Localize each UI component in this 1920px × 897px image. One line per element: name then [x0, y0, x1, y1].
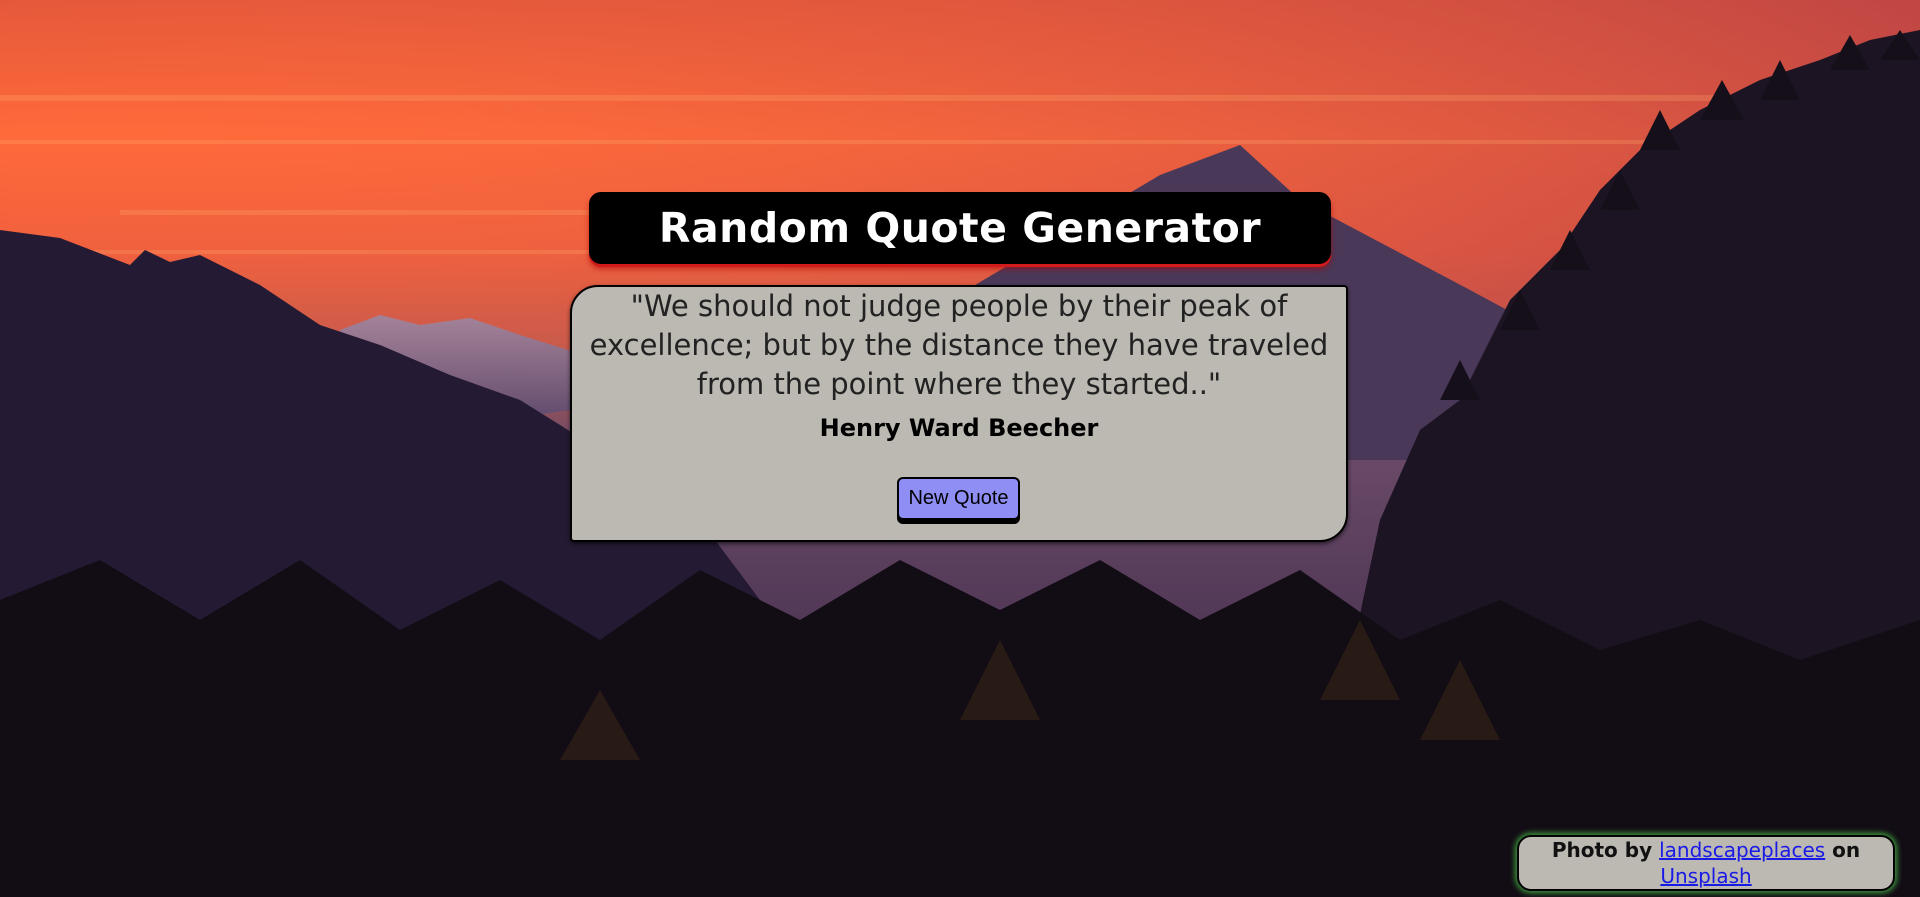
photo-credit: Photo by landscapeplaces on Unsplash	[1517, 835, 1895, 891]
quote-text: "We should not judge people by their pea…	[589, 289, 1329, 401]
credit-prefix: Photo by	[1551, 838, 1653, 862]
credit-middle: on	[1832, 838, 1861, 862]
unsplash-link[interactable]: Unsplash	[1660, 864, 1751, 888]
quote-card: "We should not judge people by their pea…	[570, 285, 1348, 542]
new-quote-button[interactable]: New Quote	[897, 477, 1020, 520]
quote-author: Henry Ward Beecher	[819, 414, 1099, 442]
photographer-link[interactable]: landscapeplaces	[1659, 838, 1825, 862]
app-header: Random Quote Generator	[589, 192, 1331, 264]
app-title: Random Quote Generator	[658, 204, 1262, 252]
